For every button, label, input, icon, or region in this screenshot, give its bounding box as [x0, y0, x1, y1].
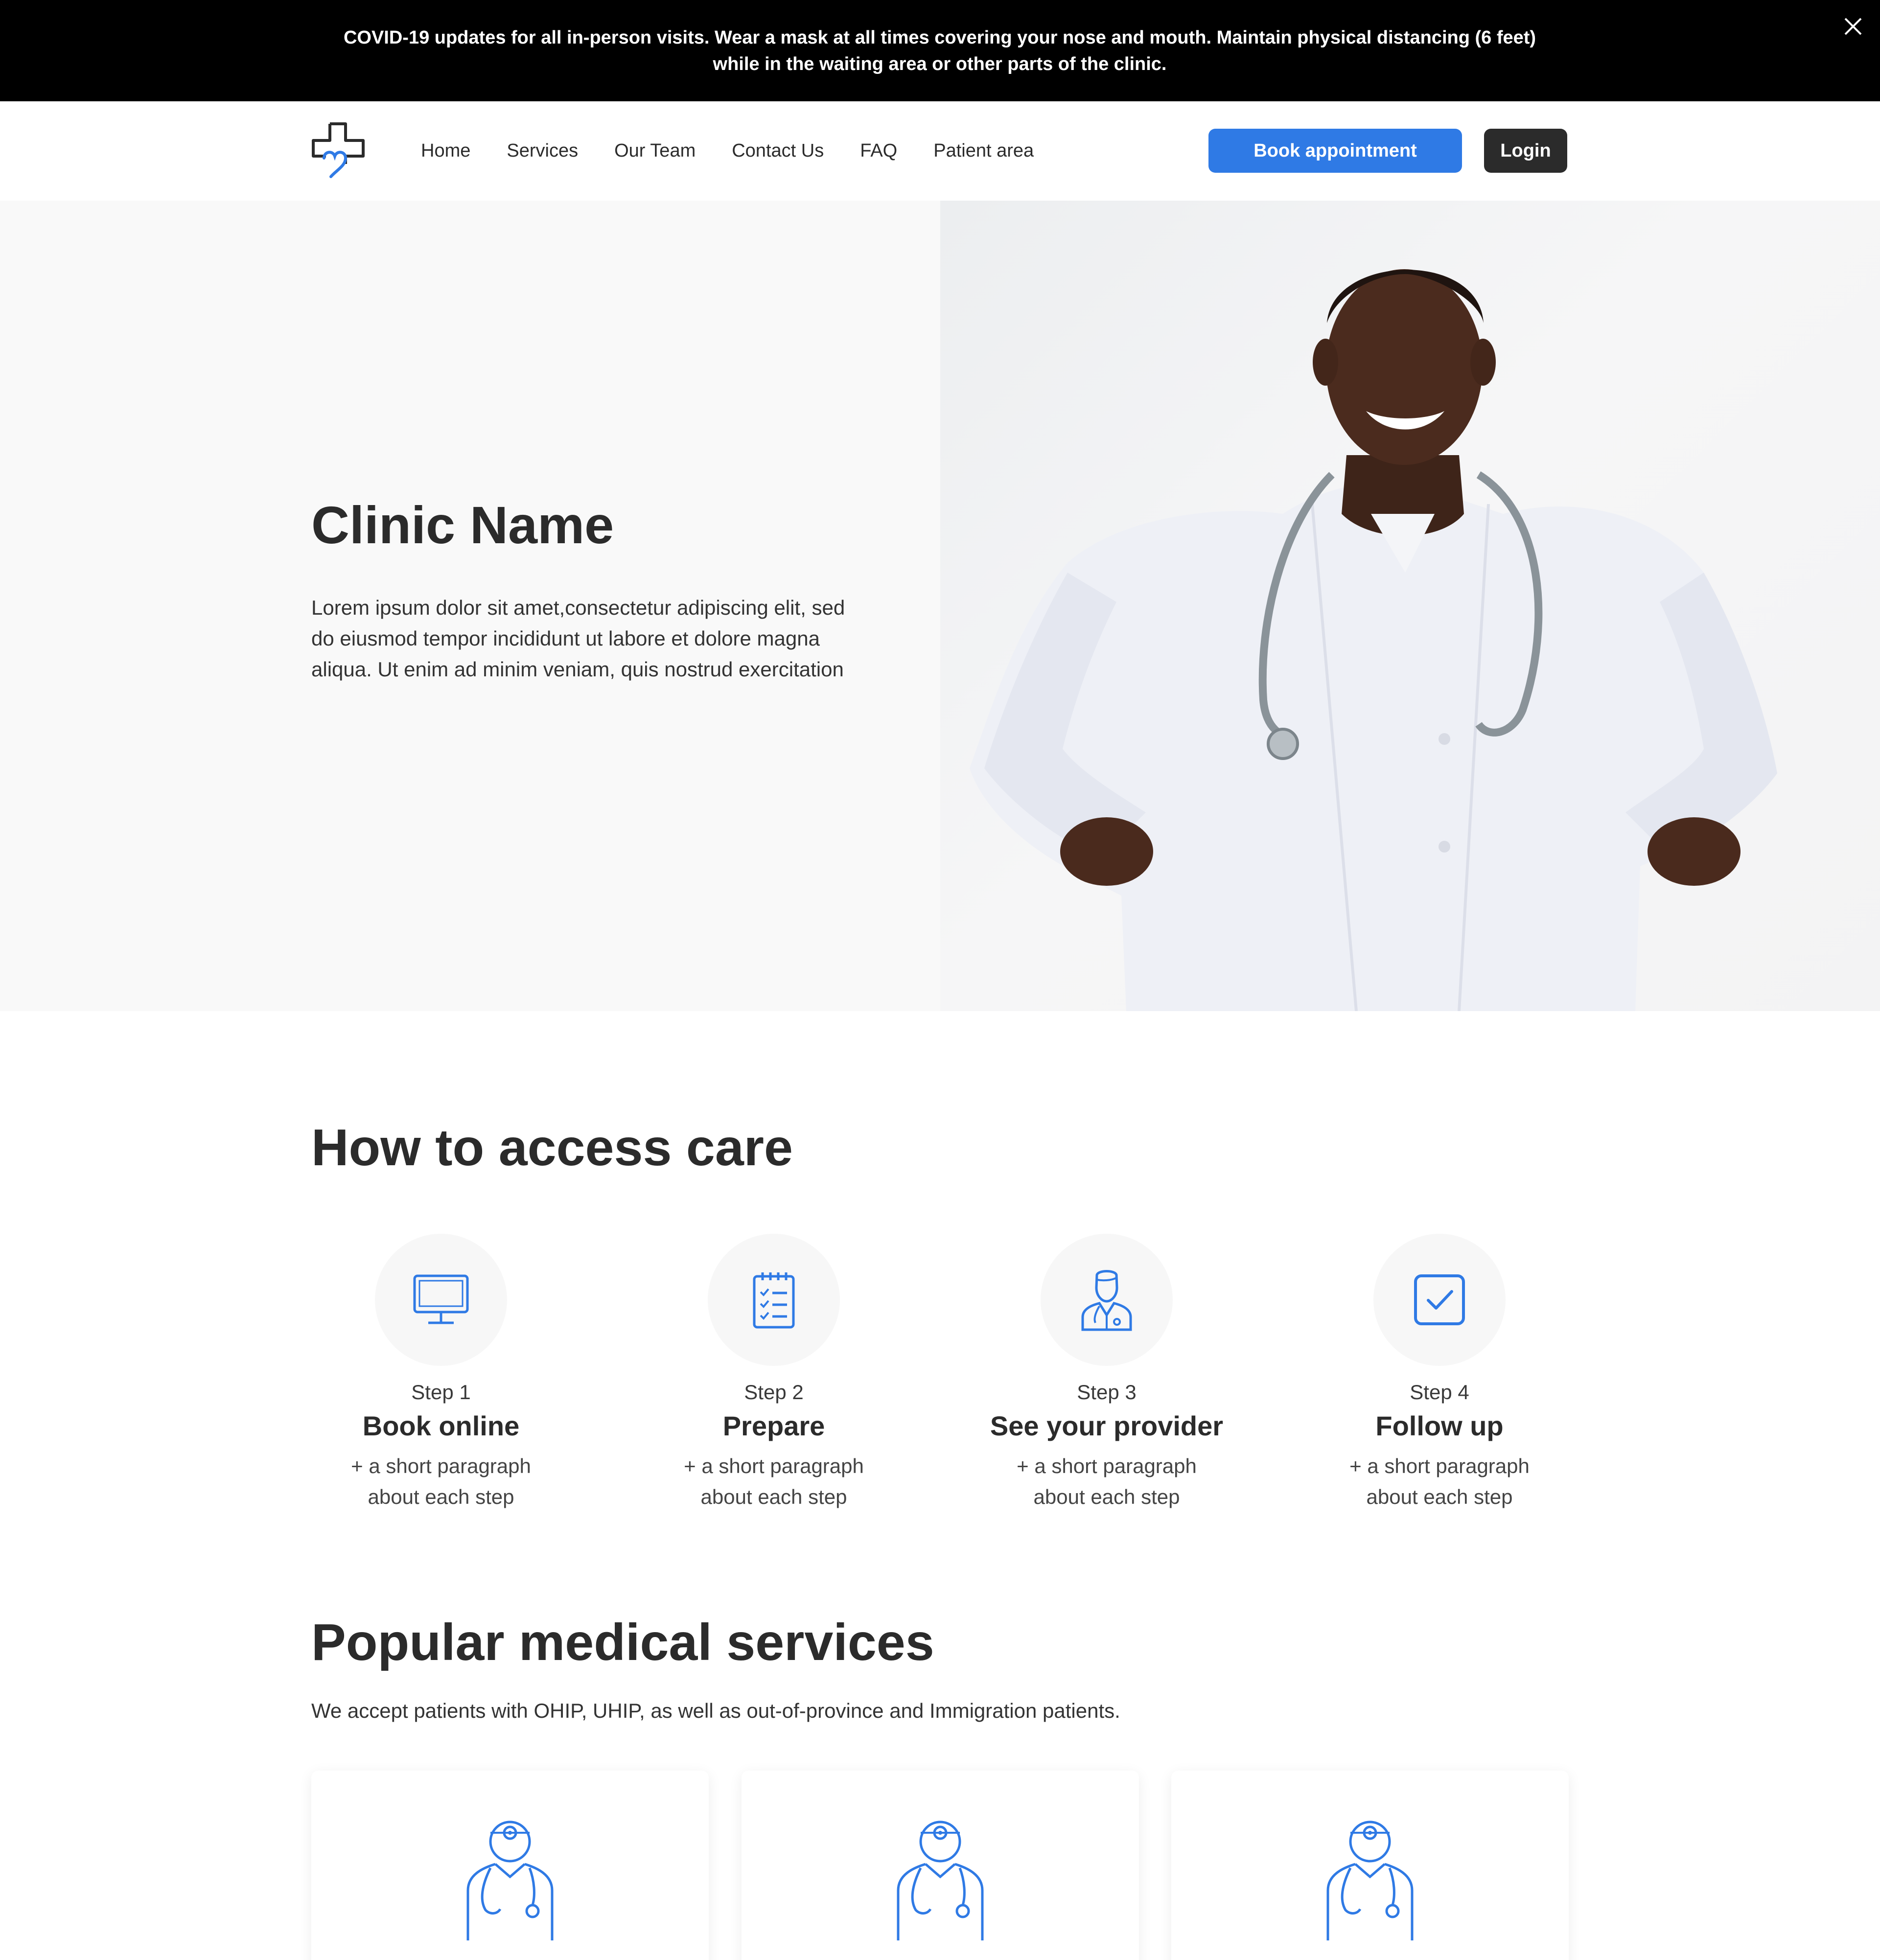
banner-text: COVID-19 updates for all in-person visit… [294, 24, 1586, 77]
hero-title: Clinic Name [311, 495, 614, 554]
close-icon[interactable] [1841, 15, 1865, 38]
checkbox-icon [1414, 1274, 1465, 1325]
computer-monitor-icon [413, 1274, 469, 1324]
physician-icon [897, 1821, 984, 1940]
step-number: Step 1 [411, 1381, 471, 1404]
step-card: Step 1 Book online + a short paragraph a… [294, 1234, 588, 1512]
nav-our-team[interactable]: Our Team [614, 140, 696, 161]
step-description: + a short paragraph about each step [684, 1454, 864, 1508]
main-nav: Home Services Our Team Contact Us FAQ Pa… [421, 101, 1070, 201]
step-title: See your provider [990, 1410, 1224, 1441]
physician-icon [466, 1821, 554, 1940]
login-button[interactable]: Login [1484, 129, 1567, 173]
checklist-clipboard-icon [753, 1272, 795, 1329]
services-subtitle: We accept patients with OHIP, UHIP, as w… [311, 1699, 1120, 1722]
book-appointment-button[interactable]: Book appointment [1208, 129, 1462, 173]
doctor-illustration [970, 269, 1777, 1011]
hero-text: Lorem ipsum dolor sit amet,consectetur a… [311, 596, 845, 681]
step-title: Follow up [1375, 1410, 1504, 1441]
step-number: Step 3 [1077, 1381, 1137, 1404]
medical-cross-heart-icon[interactable] [311, 122, 366, 179]
step-card: Step 3 See your provider + a short parag… [960, 1234, 1253, 1512]
nav-home[interactable]: Home [421, 140, 470, 161]
step-icon-circle [1041, 1234, 1173, 1366]
service-card[interactable] [311, 1771, 709, 1960]
care-section-title: How to access care [311, 1119, 793, 1176]
service-card[interactable] [1171, 1771, 1569, 1960]
hero-doctor-photo [940, 201, 1880, 1011]
step-description: + a short paragraph about each step [1349, 1454, 1530, 1508]
covid-banner: COVID-19 updates for all in-person visit… [0, 0, 1880, 101]
nav-contact-us[interactable]: Contact Us [732, 140, 824, 161]
step-title: Prepare [722, 1410, 825, 1441]
step-icon-circle [375, 1234, 507, 1366]
step-card: Step 4 Follow up + a short paragraph abo… [1293, 1234, 1586, 1512]
hero-section: Clinic Name Lorem ipsum dolor sit amet,c… [0, 201, 1880, 1011]
step-icon-circle [1373, 1234, 1506, 1366]
step-description: + a short paragraph about each step [351, 1454, 531, 1508]
step-icon-circle [708, 1234, 840, 1366]
nav-faq[interactable]: FAQ [860, 140, 897, 161]
nav-services[interactable]: Services [507, 140, 578, 161]
doctor-icon [1081, 1270, 1132, 1331]
step-card: Step 2 Prepare + a short paragraph about… [627, 1234, 921, 1512]
banner-text-line-2: while in the waiting area or other parts… [713, 54, 1167, 74]
step-number: Step 4 [1410, 1381, 1469, 1404]
step-description: + a short paragraph about each step [1017, 1454, 1197, 1508]
nav-patient-area[interactable]: Patient area [933, 140, 1034, 161]
service-card[interactable] [742, 1771, 1139, 1960]
services-section-title: Popular medical services [311, 1614, 934, 1671]
banner-text-line-1: COVID-19 updates for all in-person visit… [343, 27, 1536, 48]
site-header: Home Services Our Team Contact Us FAQ Pa… [0, 101, 1880, 201]
step-title: Book online [362, 1410, 520, 1441]
step-number: Step 2 [744, 1381, 804, 1404]
physician-icon [1326, 1821, 1414, 1940]
